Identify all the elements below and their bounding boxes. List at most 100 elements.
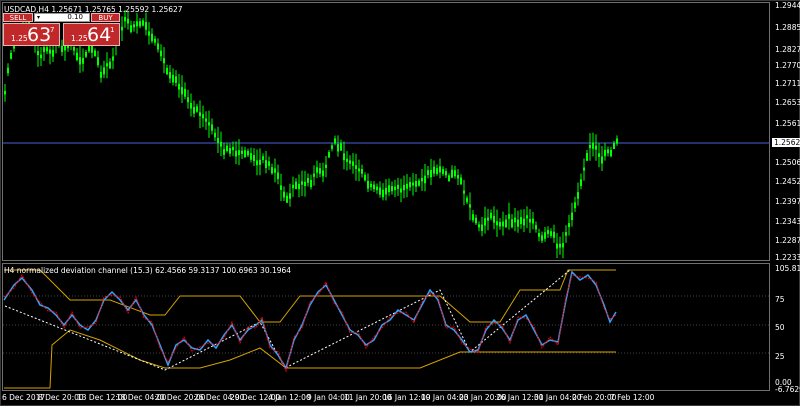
price-candle-body [397,184,399,189]
price-candle-body [256,160,258,166]
buy-button[interactable]: BUY [91,13,120,22]
price-candle-body [157,43,159,50]
price-candle-body [436,168,438,174]
price-candle-body [271,167,273,174]
price-candle-body [250,153,252,160]
price-candle-body [400,188,402,193]
price-candle-body [103,67,105,75]
price-candle-body [538,232,540,237]
price-candle-body [523,218,525,226]
price-candle-body [211,124,213,131]
price-candle-body [346,158,348,162]
price-candle-body [208,122,210,126]
price-candle-body [202,114,204,119]
price-candle-body [235,150,237,157]
lot-size-input[interactable]: ▾ 0.10 [34,13,90,22]
price-candle-body [493,215,495,223]
price-level-label: 1.26530 [775,98,800,107]
price-candle-body [574,202,576,209]
time-label: 4 Jan 12:00 [268,393,311,402]
price-candle-body [10,52,12,59]
price-candle-body [76,52,78,61]
price-candle-body [280,185,282,190]
price-candle-body [394,186,396,191]
price-candle-body [601,156,603,164]
price-candle-body [373,184,375,190]
price-candle-body [184,88,186,97]
price-candle-body [253,155,255,162]
price-candle-body [424,175,426,184]
price-level-label: 1.23970 [775,197,800,206]
price-level-label: 1.27700 [775,61,800,70]
price-candle-body [604,149,606,157]
price-candle-body [175,76,177,83]
price-candle-body [178,83,180,90]
price-candle-body [571,212,573,220]
indicator-level-label: 50 [775,323,785,332]
price-candle-body [595,145,597,150]
price-candle-body [295,181,297,190]
price-candle-body [583,167,585,171]
price-candle-body [472,214,474,221]
price-candle-body [475,217,477,224]
channel-upper-line [4,269,616,323]
price-candle-body [370,183,372,188]
price-candle-body [598,153,600,157]
price-candle-body [505,219,507,228]
price-candle-body [484,218,486,226]
lot-value: 0.10 [67,13,83,21]
buy-quote[interactable]: 1.25 64 1 [63,23,120,46]
price-candle-body [553,231,555,238]
price-candle-body [526,215,528,219]
price-candle-body [61,45,63,52]
price-candle-body [388,185,390,193]
sell-button[interactable]: SELL [3,13,33,22]
price-candle-body [547,230,549,234]
price-level-label: 1.27115 [775,79,800,88]
price-candle-body [448,175,450,182]
price-candle-body [40,54,42,59]
price-candle-body [412,182,414,186]
price-level-label: 1.22335 [775,253,800,262]
price-candle-body [517,219,519,227]
price-candle-body [229,148,231,154]
price-candle-body [199,112,201,117]
price-candle-body [616,138,618,144]
price-candle-body [277,172,279,180]
price-candle-body [337,144,339,152]
price-candle-body [268,161,270,166]
price-candle-body [418,180,420,186]
price-candle-body [241,150,243,154]
price-candle-body [37,51,39,56]
sell-price-pips: 63 [27,24,52,46]
price-candle-body [430,169,432,178]
price-candle-body [469,204,471,208]
price-candle-body [478,224,480,228]
price-candle-body [367,180,369,189]
price-candle-body [112,56,114,61]
price-candle-body [148,31,150,36]
price-candle-body [556,243,558,249]
sell-quote[interactable]: 1.25 63 7 [3,23,60,46]
price-candle-body [124,16,126,22]
price-candle-body [592,142,594,149]
price-candle-body [499,222,501,227]
price-candle-body [322,170,324,177]
price-candle-body [535,225,537,230]
price-candle-body [43,47,45,52]
lot-stepper-icon[interactable]: ▾ [37,14,40,21]
price-candle-body [244,150,246,158]
price-candle-body [73,46,75,51]
price-candle-body [340,143,342,151]
price-level-label: 1.25065 [775,158,800,167]
price-candle-body [262,156,264,160]
price-candle-body [376,186,378,191]
price-candle-body [304,181,306,186]
price-candle-body [181,87,183,95]
price-level-label: 1.25610 [775,119,800,128]
price-candle-body [97,57,99,66]
price-candle-body [91,44,93,53]
price-candle-body [49,49,51,54]
price-candle-body [586,152,588,161]
indicator-title: H4 normalized deviation channel (15.3) 6… [4,266,292,275]
